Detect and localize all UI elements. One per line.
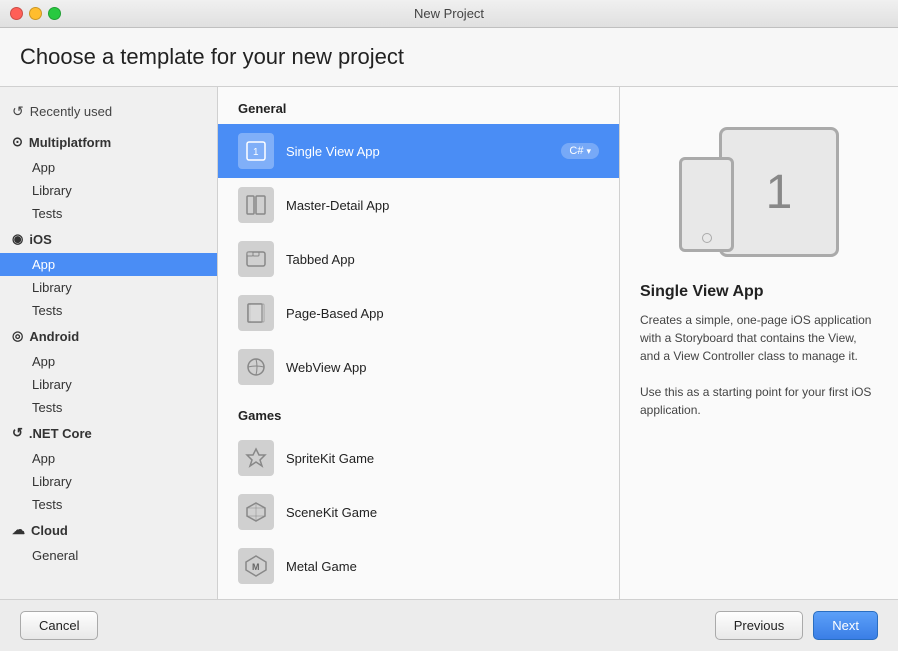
dotnet-icon: ↺	[12, 425, 23, 441]
sidebar-item-android-tests[interactable]: Tests	[0, 396, 217, 419]
svg-text:1: 1	[253, 147, 259, 158]
preview-area: 1	[640, 107, 878, 283]
sidebar-item-android-library[interactable]: Library	[0, 373, 217, 396]
sidebar: ↺ Recently used ⊙ Multiplatform App Libr…	[0, 87, 218, 599]
sidebar-section-cloud-label: Cloud	[31, 523, 68, 538]
description-line2: Use this as a starting point for your fi…	[640, 385, 871, 417]
template-preview-description: Creates a simple, one-page iOS applicati…	[640, 311, 878, 419]
window-title: New Project	[414, 6, 484, 21]
preview-graphic: 1	[679, 127, 839, 267]
sidebar-item-cloud-general[interactable]: General	[0, 544, 217, 567]
lang-badge-cs[interactable]: C# ▾	[561, 143, 599, 159]
sidebar-section-android[interactable]: ◎ Android	[0, 322, 217, 350]
tablet-preview: 1	[719, 127, 839, 257]
template-item-single-view-app-name: Single View App	[286, 144, 549, 159]
sidebar-section-multiplatform-label: Multiplatform	[29, 135, 111, 150]
spritekit-game-icon	[238, 440, 274, 476]
template-item-master-detail-app[interactable]: Master-Detail App	[218, 178, 619, 232]
phone-home-button	[702, 233, 712, 243]
template-item-webview-app[interactable]: WebView App	[218, 340, 619, 394]
template-item-metal-game-name: Metal Game	[286, 559, 599, 574]
master-detail-app-icon	[238, 187, 274, 223]
recently-used-icon: ↺	[12, 103, 24, 120]
sidebar-section-ios[interactable]: ◉ iOS	[0, 225, 217, 253]
description-line1: Creates a simple, one-page iOS applicati…	[640, 313, 871, 363]
sidebar-section-cloud[interactable]: ☁ Cloud	[0, 516, 217, 544]
section-label-games: Games	[218, 394, 619, 431]
sidebar-item-dotnetcore-library[interactable]: Library	[0, 470, 217, 493]
template-item-page-based-app-name: Page-Based App	[286, 306, 599, 321]
android-icon: ◎	[12, 328, 23, 344]
sidebar-item-recently-used[interactable]: ↺ Recently used	[0, 95, 217, 128]
lang-badge-arrow: ▾	[586, 146, 591, 157]
template-preview-title: Single View App	[640, 283, 878, 301]
title-bar: New Project	[0, 0, 898, 28]
maximize-button[interactable]	[48, 7, 61, 20]
right-panel: 1 Single View App Creates a simple, one-…	[620, 87, 898, 599]
sidebar-section-multiplatform[interactable]: ⊙ Multiplatform	[0, 128, 217, 156]
scenekit-game-icon	[238, 494, 274, 530]
page-based-app-icon	[238, 295, 274, 331]
page-header: Choose a template for your new project	[0, 28, 898, 87]
sidebar-item-android-app[interactable]: App	[0, 350, 217, 373]
footer: Cancel Previous Next	[0, 599, 898, 651]
page-title: Choose a template for your new project	[20, 44, 878, 70]
main-content: ↺ Recently used ⊙ Multiplatform App Libr…	[0, 87, 898, 599]
sidebar-item-ios-tests[interactable]: Tests	[0, 299, 217, 322]
sidebar-item-multiplatform-tests[interactable]: Tests	[0, 202, 217, 225]
sidebar-item-multiplatform-app[interactable]: App	[0, 156, 217, 179]
minimize-button[interactable]	[29, 7, 42, 20]
sidebar-section-dotnetcore[interactable]: ↺ .NET Core	[0, 419, 217, 447]
template-item-single-view-app[interactable]: 1 Single View App C# ▾	[218, 124, 619, 178]
multiplatform-icon: ⊙	[12, 134, 23, 150]
template-item-tabbed-app-name: Tabbed App	[286, 252, 599, 267]
window-controls	[10, 7, 61, 20]
sidebar-section-dotnetcore-label: .NET Core	[29, 426, 92, 441]
center-panel: General 1 Single View App C# ▾ Mas	[218, 87, 620, 599]
sidebar-section-android-label: Android	[29, 329, 79, 344]
previous-button[interactable]: Previous	[715, 611, 804, 640]
single-view-app-icon: 1	[238, 133, 274, 169]
next-button[interactable]: Next	[813, 611, 878, 640]
phone-preview	[679, 157, 734, 252]
cloud-icon: ☁	[12, 522, 25, 538]
sidebar-item-ios-app[interactable]: App	[0, 253, 217, 276]
template-item-tabbed-app[interactable]: Tabbed App	[218, 232, 619, 286]
preview-number: 1	[766, 165, 793, 220]
close-button[interactable]	[10, 7, 23, 20]
ios-icon: ◉	[12, 231, 23, 247]
recently-used-label: Recently used	[30, 104, 112, 119]
sidebar-item-multiplatform-library[interactable]: Library	[0, 179, 217, 202]
webview-app-icon	[238, 349, 274, 385]
sidebar-item-dotnetcore-tests[interactable]: Tests	[0, 493, 217, 516]
sidebar-section-ios-label: iOS	[29, 232, 51, 247]
template-item-scenekit-game[interactable]: SceneKit Game	[218, 485, 619, 539]
section-label-general: General	[218, 87, 619, 124]
tabbed-app-icon	[238, 241, 274, 277]
lang-badge-label: C#	[569, 145, 583, 157]
template-item-webview-app-name: WebView App	[286, 360, 599, 375]
template-item-page-based-app[interactable]: Page-Based App	[218, 286, 619, 340]
template-item-spritekit-game[interactable]: SpriteKit Game	[218, 431, 619, 485]
cancel-button[interactable]: Cancel	[20, 611, 98, 640]
footer-right: Previous Next	[715, 611, 878, 640]
metal-game-icon: M	[238, 548, 274, 584]
sidebar-item-ios-library[interactable]: Library	[0, 276, 217, 299]
template-item-scenekit-game-name: SceneKit Game	[286, 505, 599, 520]
footer-left: Cancel	[20, 611, 715, 640]
template-item-master-detail-app-name: Master-Detail App	[286, 198, 599, 213]
template-item-metal-game[interactable]: M Metal Game	[218, 539, 619, 593]
sidebar-item-dotnetcore-app[interactable]: App	[0, 447, 217, 470]
template-item-spritekit-game-name: SpriteKit Game	[286, 451, 599, 466]
svg-text:M: M	[252, 562, 260, 572]
